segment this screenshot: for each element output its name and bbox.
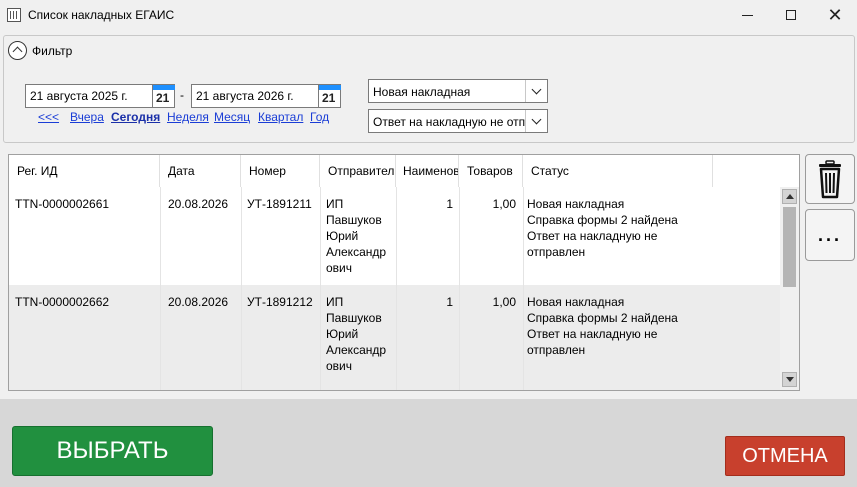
minimize-icon bbox=[741, 14, 753, 16]
column-header-number[interactable]: Номер bbox=[241, 155, 320, 187]
answer-select[interactable]: Ответ на накладную не отправлен bbox=[368, 109, 548, 133]
status-cell: Новая накладная Справка формы 2 найдена … bbox=[527, 196, 678, 260]
date-to-field[interactable]: 21 августа 2026 г. 21 bbox=[191, 84, 341, 108]
trash-icon bbox=[819, 160, 841, 199]
chevron-down-icon[interactable] bbox=[525, 110, 547, 132]
sender-line: Юрий bbox=[326, 229, 359, 243]
date-cell: 20.08.2026 bbox=[168, 295, 229, 309]
column-divider bbox=[241, 187, 242, 390]
scroll-down-icon[interactable] bbox=[782, 372, 797, 387]
period-quarter-link[interactable]: Квартал bbox=[258, 110, 303, 124]
sender-line: Александр bbox=[326, 245, 387, 259]
sender-line: Павшуков bbox=[326, 213, 382, 227]
column-header-status[interactable]: Статус bbox=[523, 155, 713, 187]
calendar-day: 21 bbox=[322, 91, 336, 105]
reg-id-cell: TTN-0000002662 bbox=[15, 295, 110, 309]
table-app-icon bbox=[7, 8, 21, 22]
column-divider bbox=[160, 187, 161, 390]
sender-line: ович bbox=[326, 261, 353, 275]
reg-id-cell: TTN-0000002661 bbox=[15, 197, 110, 211]
status-line: Справка формы 2 найдена bbox=[527, 213, 678, 227]
period-week-link[interactable]: Неделя bbox=[167, 110, 209, 124]
status-line: Новая накладная bbox=[527, 295, 625, 309]
date-to-value: 21 августа 2026 г. bbox=[196, 89, 294, 103]
table-scrollbar[interactable] bbox=[780, 187, 799, 390]
close-button[interactable]: ✕ bbox=[812, 0, 857, 30]
status-line: Новая накладная bbox=[527, 197, 625, 211]
invoices-table[interactable]: Рег. ИД Дата Номер Отправитель Наименова… bbox=[8, 154, 800, 391]
period-yesterday-link[interactable]: Вчера bbox=[70, 110, 104, 124]
scroll-up-icon[interactable] bbox=[782, 189, 797, 204]
more-button[interactable]: ... bbox=[805, 209, 855, 261]
sender-line: Александр bbox=[326, 343, 387, 357]
items-cell: 1 bbox=[446, 197, 453, 211]
column-header-date[interactable]: Дата bbox=[160, 155, 241, 187]
calendar-day: 21 bbox=[156, 91, 170, 105]
date-from-field[interactable]: 21 августа 2025 г. 21 bbox=[25, 84, 175, 108]
chevron-down-icon[interactable] bbox=[525, 80, 547, 102]
sender-cell: ИП Павшуков Юрий Александр ович bbox=[326, 294, 386, 374]
period-year-link[interactable]: Год bbox=[310, 110, 329, 124]
status-line: отправлен bbox=[527, 245, 586, 259]
column-header-goods[interactable]: Товаров bbox=[459, 155, 523, 187]
scrollbar-thumb[interactable] bbox=[783, 207, 796, 287]
period-back-link[interactable]: <<< bbox=[38, 110, 59, 124]
status-line: отправлен bbox=[527, 343, 586, 357]
maximize-button[interactable] bbox=[768, 0, 814, 30]
table-row[interactable]: TTN-0000002661 20.08.2026 УТ-1891211 ИП … bbox=[9, 187, 781, 285]
window-title: Список накладных ЕГАИС bbox=[28, 8, 175, 22]
status-line: Ответ на накладную не bbox=[527, 327, 658, 341]
status-cell: Новая накладная Справка формы 2 найдена … bbox=[527, 294, 678, 358]
sender-line: Юрий bbox=[326, 327, 359, 341]
select-button[interactable]: ВЫБРАТЬ bbox=[12, 426, 213, 476]
sender-line: ИП bbox=[326, 295, 344, 309]
column-divider bbox=[320, 187, 321, 390]
column-divider bbox=[396, 187, 397, 390]
column-header-filler bbox=[713, 155, 799, 187]
cancel-button[interactable]: ОТМЕНА bbox=[725, 436, 845, 476]
goods-cell: 1,00 bbox=[492, 295, 516, 309]
answer-select-value: Ответ на накладную не отправлен bbox=[373, 115, 525, 129]
status-line: Ответ на накладную не bbox=[527, 229, 658, 243]
sender-line: ИП bbox=[326, 197, 344, 211]
column-header-reg-id[interactable]: Рег. ИД bbox=[9, 155, 160, 187]
date-from-value: 21 августа 2025 г. bbox=[30, 89, 128, 103]
date-cell: 20.08.2026 bbox=[168, 197, 229, 211]
items-cell: 1 bbox=[446, 295, 453, 309]
status-select[interactable]: Новая накладная bbox=[368, 79, 548, 103]
delete-button[interactable] bbox=[805, 154, 855, 204]
column-header-items[interactable]: Наименований bbox=[396, 155, 459, 187]
column-divider bbox=[523, 187, 524, 390]
number-cell: УТ-1891212 bbox=[247, 295, 313, 309]
calendar-icon[interactable]: 21 bbox=[318, 85, 341, 107]
close-icon: ✕ bbox=[827, 4, 843, 25]
maximize-icon bbox=[786, 10, 796, 20]
period-month-link[interactable]: Месяц bbox=[214, 110, 250, 124]
status-line: Справка формы 2 найдена bbox=[527, 311, 678, 325]
goods-cell: 1,00 bbox=[492, 197, 516, 211]
column-header-sender[interactable]: Отправитель bbox=[320, 155, 396, 187]
status-select-value: Новая накладная bbox=[373, 85, 471, 99]
filter-label[interactable]: Фильтр bbox=[32, 44, 72, 58]
sender-cell: ИП Павшуков Юрий Александр ович bbox=[326, 196, 386, 276]
minimize-button[interactable] bbox=[724, 0, 770, 30]
number-cell: УТ-1891211 bbox=[247, 197, 312, 211]
sender-line: ович bbox=[326, 359, 353, 373]
column-divider bbox=[459, 187, 460, 390]
table-row[interactable]: TTN-0000002662 20.08.2026 УТ-1891212 ИП … bbox=[9, 285, 781, 390]
sender-line: Павшуков bbox=[326, 311, 382, 325]
period-today-link[interactable]: Сегодня bbox=[111, 110, 160, 124]
calendar-icon[interactable]: 21 bbox=[152, 85, 175, 107]
date-separator: - bbox=[180, 88, 184, 102]
collapse-filter-icon[interactable] bbox=[8, 41, 27, 60]
